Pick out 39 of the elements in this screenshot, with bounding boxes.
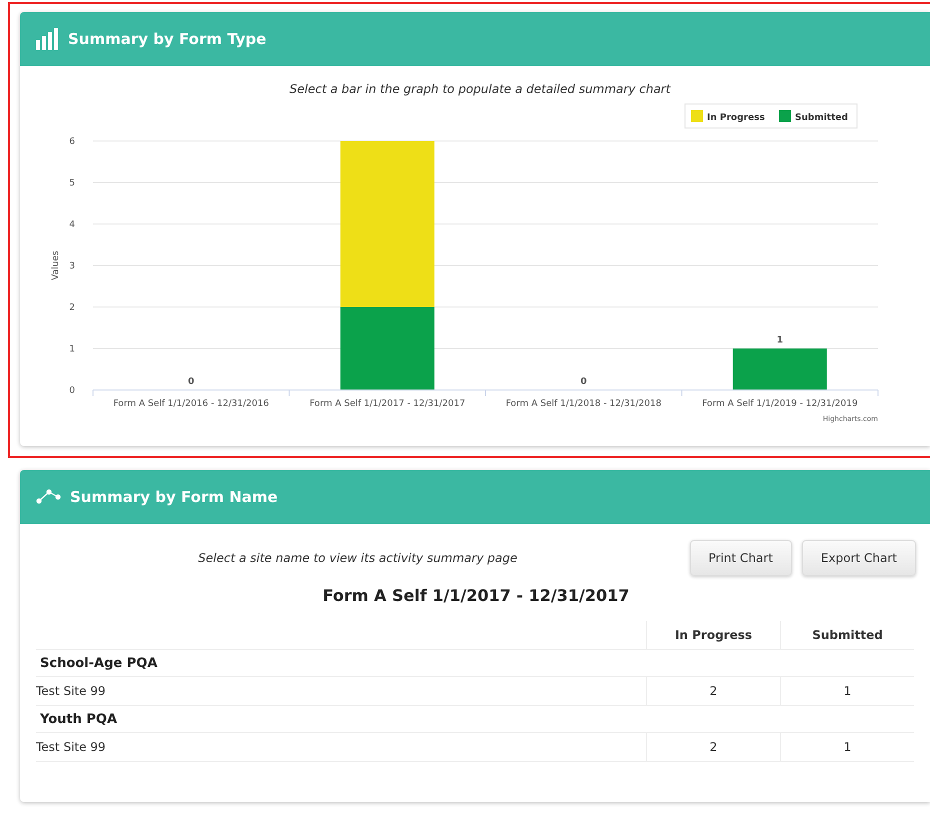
table-heading: Form A Self 1/1/2017 - 12/31/2017 bbox=[322, 586, 630, 605]
bar[interactable] bbox=[340, 141, 434, 307]
y-tick-label: 3 bbox=[69, 262, 75, 272]
table-cell: 1 bbox=[780, 676, 914, 706]
bar[interactable] bbox=[340, 307, 434, 390]
site-link[interactable]: Test Site 99 bbox=[36, 740, 106, 754]
y-tick-label: 0 bbox=[69, 386, 75, 396]
y-tick-label: 5 bbox=[69, 178, 75, 188]
group-heading: School-Age PQA bbox=[39, 656, 158, 670]
y-axis-label: Values bbox=[51, 250, 61, 280]
group-heading: Youth PQA bbox=[39, 712, 118, 726]
column-header: Submitted bbox=[780, 621, 914, 650]
table-cell: 2 bbox=[646, 676, 780, 706]
y-tick-label: 6 bbox=[69, 137, 75, 147]
table-instructions: Select a site name to view its activity summary page bbox=[198, 551, 518, 565]
panel-title: Summary by Form Type bbox=[68, 30, 266, 48]
bar[interactable] bbox=[732, 348, 827, 390]
value-label: 0 bbox=[580, 377, 587, 387]
x-axis-label: Form A Self 1/1/2018 - 12/31/2018 bbox=[506, 399, 662, 409]
table-cell: 2 bbox=[646, 732, 780, 762]
x-axis-label: Form A Self 1/1/2016 - 12/31/2016 bbox=[113, 399, 269, 409]
table-cell: 1 bbox=[780, 732, 914, 762]
chart-instructions: Select a bar in the graph to populate a detailed summary chart bbox=[290, 82, 670, 96]
site-link[interactable]: Test Site 99 bbox=[36, 684, 106, 698]
bar-chart-icon bbox=[36, 28, 60, 50]
x-axis-label: Form A Self 1/1/2017 - 12/31/2017 bbox=[310, 399, 466, 409]
value-label: 1 bbox=[776, 336, 783, 346]
y-tick-label: 1 bbox=[69, 344, 75, 354]
legend-label: In Progress bbox=[707, 113, 765, 123]
y-tick-label: 4 bbox=[69, 220, 75, 230]
y-tick-label: 2 bbox=[69, 303, 75, 313]
x-axis-label: Form A Self 1/1/2019 - 12/31/2019 bbox=[702, 399, 858, 409]
panel-title: Summary by Form Name bbox=[70, 488, 278, 506]
connected-dots-icon bbox=[36, 489, 62, 505]
export-chart-button[interactable]: Export Chart bbox=[802, 540, 916, 576]
value-label: 0 bbox=[188, 377, 194, 387]
legend-label: Submitted bbox=[795, 113, 848, 123]
column-header: In Progress bbox=[646, 621, 780, 650]
print-chart-button[interactable]: Print Chart bbox=[690, 540, 792, 576]
